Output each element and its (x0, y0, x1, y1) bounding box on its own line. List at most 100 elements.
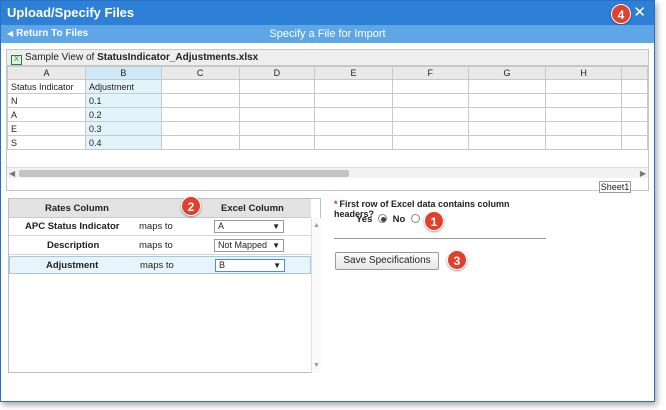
grid-cell (467, 107, 547, 122)
grid-cell (621, 107, 648, 122)
grid-cell (238, 135, 316, 150)
excel-column-value: A (218, 221, 225, 231)
excel-column-select[interactable]: A ▼ (214, 220, 284, 233)
no-radio[interactable] (410, 214, 420, 223)
grid-cell (545, 107, 623, 122)
grid-cell (545, 79, 623, 94)
rates-column-name: Adjustment (46, 260, 99, 271)
grid-cell (314, 107, 393, 122)
grid-cell (160, 107, 240, 122)
scrollbar-thumb[interactable] (19, 170, 349, 177)
upload-specify-dialog: Upload/Specify Files ✕ 4 ◀ Return To File… (0, 0, 655, 402)
column-mapping-panel: Rates Column Excel Column APC Status Ind… (8, 198, 321, 373)
excel-column-value: B (219, 260, 226, 270)
yes-label: Yes (356, 214, 373, 225)
table-row: S 0.4 (7, 135, 648, 150)
sample-file-name: StatusIndicator_Adjustments.xlsx (97, 52, 259, 63)
required-mark: * (334, 199, 338, 209)
grid-cell (467, 79, 547, 94)
excel-file-icon: X (11, 55, 22, 65)
column-header-a[interactable]: A (7, 66, 86, 80)
grid-cell (621, 79, 648, 94)
grid-cell (391, 121, 469, 136)
horizontal-scrollbar[interactable]: ◀ ▶ (7, 167, 648, 178)
column-header-e[interactable]: E (314, 66, 393, 80)
grid-cell (314, 121, 393, 136)
vertical-scrollbar[interactable]: ▲ ▼ (311, 218, 321, 373)
maps-to-label: maps to (139, 240, 173, 251)
grid-cell (621, 135, 648, 150)
column-header-h[interactable]: H (545, 66, 623, 80)
grid-header-row: A B C D E F G H (7, 66, 648, 80)
grid-cell: 0.4 (84, 135, 162, 150)
grid-cell (545, 93, 623, 108)
yes-radio[interactable] (378, 214, 388, 223)
grid-cell (314, 93, 393, 108)
column-header-g[interactable]: G (467, 66, 547, 80)
grid-cell (545, 135, 623, 150)
column-header-b[interactable]: B (84, 66, 162, 80)
sheet-tab[interactable]: Sheet1 (599, 181, 631, 193)
grid-cell: Status Indicator (7, 79, 86, 94)
callout-badge-3: 3 (447, 250, 467, 270)
grid-cell (467, 135, 547, 150)
column-header-f[interactable]: F (391, 66, 469, 80)
header-row-radio-group: Yes No (356, 214, 423, 225)
mapping-row: Description maps to Not Mapped ▼ (9, 237, 311, 255)
scroll-down-icon[interactable]: ▼ (313, 362, 320, 369)
grid-cell (621, 93, 648, 108)
save-specifications-button[interactable]: Save Specifications (335, 252, 439, 270)
grid-cell (238, 121, 316, 136)
grid-cell (391, 107, 469, 122)
maps-to-label: maps to (140, 260, 174, 271)
dialog-subbar: ◀ Return To Files Specify a File for Impo… (1, 25, 654, 43)
grid-cell: S (7, 135, 86, 150)
grid-cell (467, 93, 547, 108)
column-header-c[interactable]: C (160, 66, 240, 80)
callout-badge-2: 2 (181, 196, 201, 216)
grid-cell (160, 121, 240, 136)
grid-cell: 0.3 (84, 121, 162, 136)
grid-cell (391, 93, 469, 108)
chevron-down-icon: ▼ (273, 261, 281, 270)
grid-cell (160, 135, 240, 150)
grid-cell: 0.2 (84, 107, 162, 122)
excel-column-select[interactable]: B ▼ (215, 259, 285, 272)
options-divider (334, 238, 546, 239)
excel-column-select[interactable]: Not Mapped ▼ (214, 239, 284, 252)
grid-cell (391, 135, 469, 150)
grid-cell (238, 93, 316, 108)
excel-column-header: Excel Column (221, 203, 284, 214)
table-row: A 0.2 (7, 107, 648, 122)
excel-column-value: Not Mapped (218, 240, 268, 250)
mapping-row-selected: Adjustment maps to B ▼ (9, 256, 311, 274)
sample-view-panel: X Sample View of StatusIndicator_Adjustme… (6, 49, 649, 193)
mapping-header: Rates Column Excel Column (9, 199, 311, 218)
mapping-row: APC Status Indicator maps to A ▼ (9, 218, 311, 236)
rates-column-name: Description (47, 240, 100, 251)
close-icon[interactable]: ✕ (633, 3, 646, 21)
grid-cell (621, 121, 648, 136)
table-row: E 0.3 (7, 121, 648, 136)
scroll-right-icon[interactable]: ▶ (640, 169, 646, 178)
grid-cell (314, 135, 393, 150)
scroll-up-icon[interactable]: ▲ (313, 222, 320, 229)
grid-cell: Adjustment (84, 79, 162, 94)
no-label: No (392, 214, 406, 225)
grid-cell (545, 121, 623, 136)
grid-cell (314, 79, 393, 94)
grid-cell (467, 121, 547, 136)
chevron-down-icon: ▼ (272, 222, 280, 231)
table-row: Status Indicator Adjustment (7, 79, 648, 94)
table-row: N 0.1 (7, 93, 648, 108)
sample-caption-prefix: Sample View of (25, 52, 95, 63)
callout-badge-4: 4 (611, 4, 631, 24)
grid-cell (238, 107, 316, 122)
grid-cell (391, 79, 469, 94)
scroll-left-icon[interactable]: ◀ (9, 169, 15, 178)
grid-cell: N (7, 93, 86, 108)
callout-badge-1: 1 (424, 211, 444, 231)
grid-cell (160, 79, 240, 94)
grid-cell (238, 79, 316, 94)
column-header-d[interactable]: D (238, 66, 316, 80)
